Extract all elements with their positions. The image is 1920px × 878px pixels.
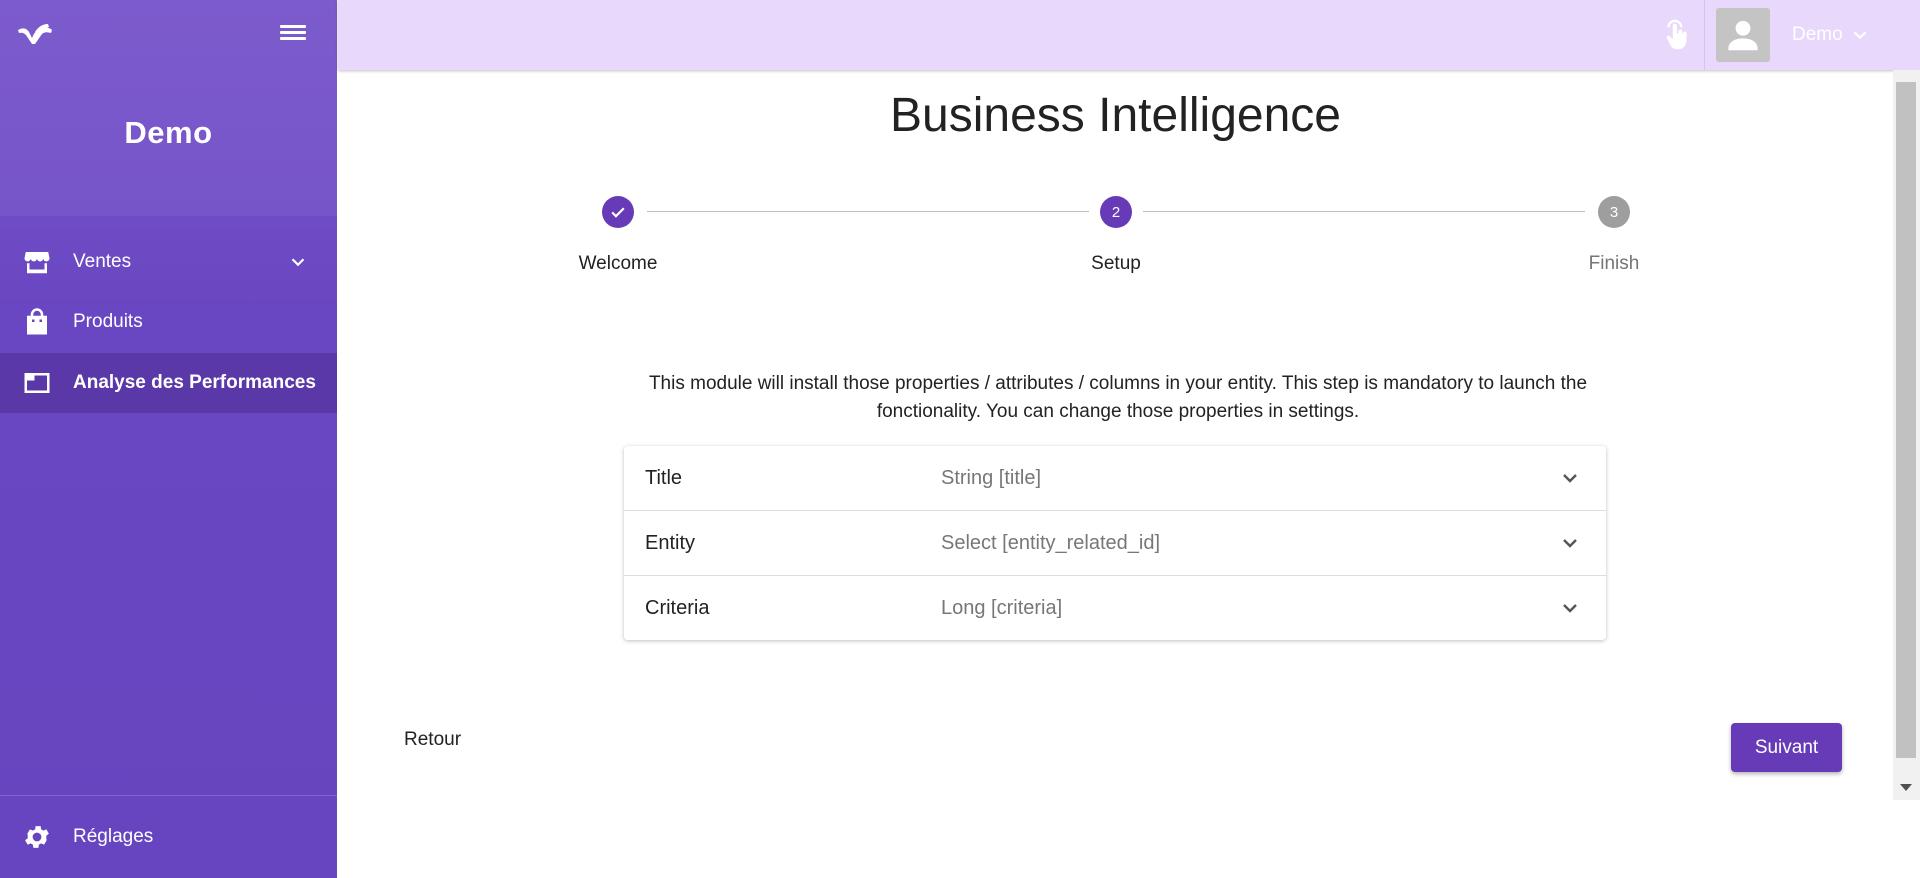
step-label: Finish (1588, 253, 1640, 274)
property-name: Entity (645, 532, 696, 554)
sidebar-item-label: Réglages (73, 826, 154, 847)
hamburger-icon[interactable] (278, 22, 308, 46)
store-icon (24, 252, 50, 274)
sidebar-item-analyse[interactable]: Analyse des Performances (0, 353, 337, 413)
sidebar-item-produits[interactable]: Produits (0, 292, 337, 352)
stepper-connector (647, 211, 1089, 212)
topbar-separator (1704, 0, 1705, 70)
property-type: String [title] (941, 467, 1042, 489)
property-row-entity[interactable]: Entity Select [entity_related_id] (624, 511, 1606, 576)
step-label: Welcome (578, 253, 658, 274)
chevron-down-icon[interactable] (1558, 596, 1582, 620)
sidebar: Demo Ventes Produits Analyse des Perform… (0, 0, 337, 878)
app-logo[interactable] (15, 20, 55, 48)
touch-icon[interactable] (1660, 18, 1694, 52)
sidebar-divider (0, 795, 337, 796)
scrollbar-thumb[interactable] (1896, 82, 1916, 758)
property-type: Select [entity_related_id] (941, 532, 1161, 554)
step-3-pending[interactable]: 3 (1598, 196, 1630, 228)
person-icon (1728, 20, 1758, 51)
property-row-criteria[interactable]: Criteria Long [criteria] (624, 576, 1606, 640)
window-icon (24, 373, 50, 393)
sidebar-item-label: Analyse des Performances (73, 372, 316, 393)
scrollbar[interactable] (1893, 70, 1920, 800)
intro-text: This module will install those propertie… (648, 373, 1588, 422)
sidebar-item-label: Ventes (73, 251, 132, 272)
user-menu-name[interactable]: Demo (1792, 24, 1843, 46)
property-row-title[interactable]: Title String [title] (624, 446, 1606, 511)
back-button[interactable]: Retour (388, 725, 477, 755)
chevron-down-icon[interactable] (287, 251, 309, 273)
shopping-bag-icon (27, 308, 47, 335)
sidebar-brand: Demo (124, 115, 213, 150)
main-content: Business Intelligence 2 3 Welcome Setup … (338, 70, 1893, 800)
stepper-connector (1143, 211, 1585, 212)
sidebar-item-ventes[interactable]: Ventes (0, 232, 337, 292)
scroll-down-arrow-icon[interactable] (1900, 784, 1912, 791)
property-type: Long [criteria] (941, 597, 1063, 619)
properties-card: Title String [title] Entity Select [enti… (624, 446, 1606, 640)
sidebar-item-label: Produits (73, 311, 143, 332)
next-button[interactable]: Suivant (1731, 723, 1842, 772)
gear-icon (25, 826, 49, 848)
sidebar-item-reglages[interactable]: Réglages (0, 807, 337, 867)
step-2-active[interactable]: 2 (1100, 196, 1132, 228)
avatar[interactable] (1716, 8, 1770, 62)
chevron-down-icon[interactable] (1849, 24, 1871, 46)
chevron-down-icon[interactable] (1558, 466, 1582, 490)
property-name: Criteria (645, 597, 710, 619)
step-1-done[interactable] (602, 196, 634, 228)
check-icon (611, 207, 625, 218)
step-label: Setup (1091, 253, 1141, 274)
page-title: Business Intelligence (890, 89, 1341, 142)
sidebar-header: Demo (0, 0, 337, 216)
chevron-down-icon[interactable] (1558, 531, 1582, 555)
property-name: Title (645, 467, 683, 489)
